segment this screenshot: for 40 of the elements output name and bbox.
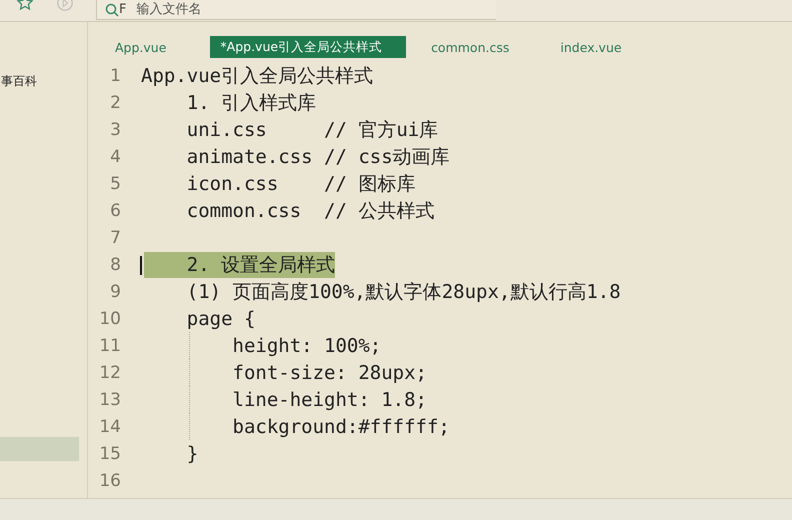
search-field[interactable]: 输入文件名: [136, 0, 336, 18]
search-icon: [105, 2, 119, 16]
code-line: common.css // 公共样式: [186, 198, 434, 224]
line-number: 1: [109, 66, 121, 86]
editor-tab[interactable]: index.vue: [553, 36, 629, 58]
code-line: animate.css // css动画库: [186, 144, 450, 170]
line-number: 15: [98, 444, 121, 464]
line-number: 14: [98, 416, 121, 436]
code-line: page {: [186, 308, 256, 330]
sidebar-item[interactable]: 事百科: [1, 69, 87, 93]
line-number: 7: [109, 228, 121, 248]
code-line: background:#ffffff;: [232, 416, 450, 438]
search-prefix: F: [119, 2, 126, 17]
editor-tab[interactable]: App.vue: [108, 36, 174, 58]
search-box[interactable]: F 输入文件名: [96, 0, 496, 20]
code-line: line-height: 1.8;: [232, 388, 427, 410]
editor-tab[interactable]: *App.vue引入全局公共样式: [210, 36, 406, 58]
editor-tab[interactable]: common.css: [424, 36, 516, 58]
line-number: 5: [109, 174, 121, 194]
line-number: 4: [109, 146, 121, 166]
text-cursor: [140, 256, 142, 275]
code-line: uni.css // 官方ui库: [186, 118, 438, 142]
line-number: 10: [98, 308, 121, 328]
sidebar-item[interactable]: [0, 437, 79, 461]
line-number: 2: [109, 92, 121, 112]
code-line: font-size: 28upx;: [232, 362, 427, 384]
line-number: 3: [109, 120, 121, 140]
line-number: 8: [109, 254, 121, 274]
line-number: 9: [109, 282, 121, 302]
code-line: 1. 引入样式库: [186, 90, 316, 116]
code-line: icon.css // 图标库: [186, 172, 416, 196]
line-number: 13: [98, 390, 121, 410]
line-number: 16: [98, 470, 121, 490]
code-line: App.vue引入全局公共样式: [141, 64, 374, 88]
code-line: height: 100%;: [232, 334, 382, 356]
line-number: 12: [98, 362, 121, 382]
code-line: }: [186, 442, 198, 464]
line-number: 11: [98, 336, 121, 356]
line-number: 6: [109, 200, 121, 220]
code-line: (1) 页面高度100%,默认字体28upx,默认行高1.8: [186, 280, 621, 304]
